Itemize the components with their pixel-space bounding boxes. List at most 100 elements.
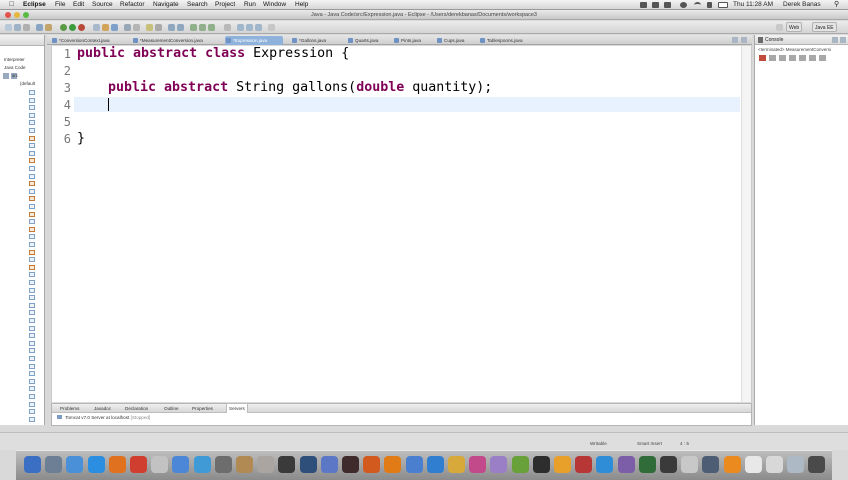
dock-app-icon[interactable] — [363, 456, 381, 473]
dock-app-icon[interactable] — [554, 456, 571, 473]
java-file-icon[interactable] — [29, 356, 35, 361]
java-file-icon[interactable] — [29, 143, 35, 149]
java-file-icon[interactable] — [29, 120, 35, 126]
open-perspective-icon[interactable] — [776, 24, 783, 31]
clear-console-icon[interactable] — [779, 55, 786, 61]
open-task-icon[interactable] — [124, 24, 131, 31]
java-file-icon[interactable] — [29, 249, 35, 255]
tray-app-icon[interactable] — [664, 2, 671, 8]
toolbar-icon[interactable] — [268, 24, 275, 31]
dock-app-icon[interactable] — [405, 456, 423, 473]
tab-conversioncontext[interactable]: *ConversionContext.java — [51, 36, 110, 45]
java-file-icon[interactable] — [29, 287, 35, 293]
tab-properties[interactable]: Properties — [192, 404, 213, 413]
java-file-icon[interactable] — [29, 333, 35, 339]
dock-app-icon[interactable] — [130, 456, 147, 473]
terminate-icon[interactable] — [759, 55, 766, 61]
java-file-icon[interactable] — [29, 310, 35, 316]
minimize-view-icon[interactable] — [732, 37, 738, 43]
java-file-icon[interactable] — [29, 280, 35, 285]
zoom-window-icon[interactable] — [23, 12, 29, 18]
toolbar-icon[interactable] — [237, 24, 244, 31]
run-icon[interactable] — [69, 24, 76, 31]
dock-app-icon[interactable] — [808, 456, 826, 473]
dock-app-icon[interactable] — [45, 456, 63, 473]
java-file-icon[interactable] — [29, 204, 35, 209]
new-package-icon[interactable] — [102, 24, 109, 31]
java-file-icon[interactable] — [29, 150, 35, 156]
collapse-all-icon[interactable] — [3, 73, 9, 79]
java-file-icon[interactable] — [29, 173, 35, 179]
tab-problems[interactable]: Problems — [60, 404, 79, 413]
tab-pints[interactable]: Pints.java — [393, 36, 421, 45]
maximize-view-icon[interactable] — [741, 37, 747, 43]
new-class-icon[interactable] — [111, 24, 118, 31]
java-file-icon[interactable] — [29, 158, 35, 164]
dock-app-icon[interactable] — [723, 456, 741, 473]
open-console-icon[interactable] — [819, 55, 826, 61]
menu-refactor[interactable]: Refactor — [120, 0, 145, 10]
new-icon[interactable] — [5, 24, 12, 31]
pin-editor-icon[interactable] — [224, 24, 231, 31]
java-file-icon[interactable] — [29, 128, 35, 133]
menu-run[interactable]: Run — [244, 0, 256, 10]
dock-app-icon[interactable] — [766, 456, 783, 473]
menu-source[interactable]: Source — [92, 0, 113, 10]
save-icon[interactable] — [14, 24, 21, 31]
dock-app-icon[interactable] — [617, 456, 635, 473]
menu-help[interactable]: Help — [295, 0, 308, 10]
dock-app-icon[interactable] — [702, 456, 720, 473]
java-file-icon[interactable] — [29, 242, 35, 247]
java-file-icon[interactable] — [29, 211, 35, 217]
next-annotation-icon[interactable] — [168, 24, 175, 31]
dock-app-icon[interactable] — [342, 456, 359, 473]
java-file-icon[interactable] — [29, 363, 35, 369]
java-file-icon[interactable] — [29, 409, 35, 415]
java-file-icon[interactable] — [29, 188, 35, 194]
java-file-icon[interactable] — [29, 135, 35, 141]
close-window-icon[interactable] — [5, 12, 11, 18]
dock-app-icon[interactable] — [87, 456, 105, 473]
java-file-icon[interactable] — [29, 401, 35, 407]
previous-annotation-icon[interactable] — [177, 24, 184, 31]
code-line-1[interactable]: public abstract class Expression { — [77, 46, 349, 61]
dock-app-icon[interactable] — [278, 456, 296, 473]
java-file-icon[interactable] — [29, 257, 35, 263]
java-file-icon[interactable] — [29, 112, 35, 118]
tab-measurementconversion[interactable]: *MeasurementConversion.java — [132, 36, 203, 45]
menu-project[interactable]: Project — [215, 0, 235, 10]
dock-app-icon[interactable] — [24, 456, 41, 473]
maximize-view-icon[interactable] — [840, 37, 846, 43]
code-line-3[interactable]: public abstract String gallons(double qu… — [108, 80, 492, 95]
java-file-icon[interactable] — [29, 166, 35, 171]
tab-gallons[interactable]: *Gallons.java — [291, 36, 326, 45]
menu-navigate[interactable]: Navigate — [153, 0, 179, 10]
java-file-icon[interactable] — [29, 295, 35, 301]
java-file-icon[interactable] — [29, 318, 35, 323]
spotlight-icon[interactable]: ⚲ — [834, 0, 839, 10]
pin-console-icon[interactable] — [799, 55, 806, 61]
overview-ruler[interactable] — [741, 46, 751, 402]
dock-app-icon[interactable] — [257, 456, 275, 473]
dock-app-icon[interactable] — [151, 456, 169, 473]
minimize-view-icon[interactable] — [832, 37, 838, 43]
server-entry[interactable]: Tomcat v7.0 Server at localhost [Stopped… — [57, 415, 150, 420]
open-type-icon[interactable] — [36, 24, 43, 31]
java-file-icon[interactable] — [29, 340, 35, 346]
debug-icon[interactable] — [60, 24, 67, 31]
user-name[interactable]: Derek Banas — [783, 0, 821, 10]
java-file-icon[interactable] — [29, 325, 35, 331]
java-file-icon[interactable] — [29, 219, 35, 225]
dock-app-icon[interactable] — [66, 456, 84, 473]
java-file-icon[interactable] — [29, 394, 35, 399]
dock-app-icon[interactable] — [681, 456, 699, 473]
java-file-icon[interactable] — [29, 348, 35, 354]
dock-app-icon[interactable] — [787, 456, 805, 473]
display-console-icon[interactable] — [809, 55, 816, 61]
tab-cups[interactable]: Cups.java — [436, 36, 464, 45]
tab-declaration[interactable]: Declaration — [125, 404, 148, 413]
dock-app-icon[interactable] — [532, 456, 550, 473]
dock-app-icon[interactable] — [299, 456, 317, 473]
print-icon[interactable] — [23, 24, 30, 31]
code-editor[interactable]: 1 2 3 4 5 6 public abstract class Expres… — [51, 46, 752, 402]
